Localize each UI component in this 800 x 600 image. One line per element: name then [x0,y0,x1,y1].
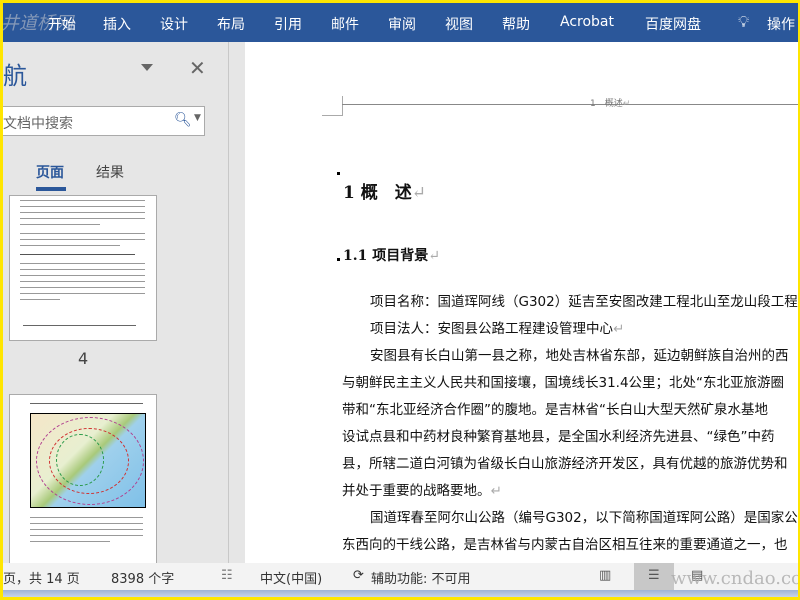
proofing-icon[interactable]: ☷ [221,568,233,583]
tab-acrobat[interactable]: Acrobat [560,14,614,30]
crop-mark [342,96,343,116]
tab-baidu-netdisk[interactable]: 百度网盘 [645,14,701,34]
tab-view[interactable]: 视图 [445,14,473,34]
page-thumbnail-4[interactable] [9,195,157,341]
body-paragraph-line: 设试点县和中药材良种繁育基地县，是全国水利经济先进县、“绿色”中药 [342,429,775,445]
status-bar: 页，共 14 页 8398 个字 ☷ 中文(中国) ⟳ 辅助功能: 不可用 ▥ … [3,563,798,590]
crop-mark [322,115,342,116]
tab-insert[interactable]: 插入 [103,14,131,34]
document-page[interactable]: 1 概述↵ 1 概 述↵ 1.1 项目背景↵ 项目名称：国道珲阿线（G302）延… [245,42,798,563]
page-header: 1 概述↵ [590,99,631,109]
page-thumbnail-5[interactable] [9,394,157,563]
page-count[interactable]: 页，共 14 页 [3,568,80,587]
tab-design[interactable]: 设计 [160,14,188,34]
read-mode-icon[interactable]: ▥ [599,568,611,583]
tab-references[interactable]: 引用 [274,14,302,34]
map-image [30,413,146,508]
bottom-strip [3,590,798,597]
search-placeholder: 文档中搜索 [3,116,73,132]
heading-1: 1 概 述↵ [343,183,426,203]
body-paragraph-line: 并处于重要的战略要地。↵ [342,483,502,499]
tab-layout[interactable]: 布局 [217,14,245,34]
nav-search-input[interactable]: 文档中搜索 🔍︎ ▼ [3,106,205,136]
nav-scrollbar[interactable] [228,42,245,563]
tab-results[interactable]: 结果 [96,162,124,182]
navigation-pane: 航 ✕ 文档中搜索 🔍︎ ▼ 页面 结果 4 [3,42,228,563]
nav-title: 航 [3,62,27,90]
tell-me[interactable]: 操作 [767,14,795,34]
word-count[interactable]: 8398 个字 [111,568,174,587]
heading-2: 1.1 项目背景↵ [343,248,440,264]
body-paragraph-line: 项目名称：国道珲阿线（G302）延吉至安图改建工程北山至龙山段工程 [370,294,798,310]
paragraph-mark-square [337,172,340,175]
body-paragraph-line: 东西向的干线公路，是吉林省与内蒙古自治区相互往来的重要通道之一，也 [342,537,788,553]
tab-home[interactable]: 开始 [48,14,76,34]
tab-help[interactable]: 帮助 [502,14,530,34]
search-icon[interactable]: 🔍︎ [174,112,192,128]
chevron-down-icon[interactable]: ▼ [194,113,201,123]
header-rule [342,104,798,105]
tab-mailings[interactable]: 邮件 [331,14,359,34]
print-layout-icon[interactable]: ☰ [648,568,660,583]
lightbulb-icon[interactable]: 💡︎ [738,12,749,32]
watermark-url: www.cndao.com [671,568,798,589]
language[interactable]: 中文(中国) [260,568,322,587]
body-paragraph-line: 与朝鲜民主主义人民共和国接壤，国境线长31.4公里；北处“东北亚旅游圈 [342,375,785,391]
tab-review[interactable]: 审阅 [388,14,416,34]
body-paragraph-line: 安图县有长白山第一县之称，地处吉林省东部，延边朝鲜族自治州的西 [370,348,789,364]
body-paragraph-line: 县，所辖二道白河镇为省级长白山旅游经济开发区，具有优越的旅游优势和 [342,456,788,472]
body-paragraph-line: 项目法人：安图县公路工程建设管理中心↵ [370,321,625,337]
body-paragraph-line: 国道珲春至阿尔山公路（编号G302，以下简称国道珲阿公路）是国家公 [370,510,798,526]
ribbon-tabs: 井道桥网 开始 插入 设计 布局 引用 邮件 审阅 视图 帮助 Acrobat … [3,3,798,42]
body-paragraph-line: 带和“东北亚经济合作圈”的腹地。是吉林省“长白山大型天然矿泉水基地 [342,402,768,418]
accessibility-status[interactable]: 辅助功能: 不可用 [371,568,471,587]
pane-options-dropdown-icon[interactable] [141,64,153,71]
accessibility-icon[interactable]: ⟳ [353,568,364,583]
close-icon[interactable]: ✕ [189,56,206,80]
tab-pages[interactable]: 页面 [36,162,66,191]
word-window: 井道桥网 开始 插入 设计 布局 引用 邮件 审阅 视图 帮助 Acrobat … [3,3,798,597]
paragraph-mark-square [337,258,340,261]
thumbnail-page-number: 4 [78,349,89,368]
